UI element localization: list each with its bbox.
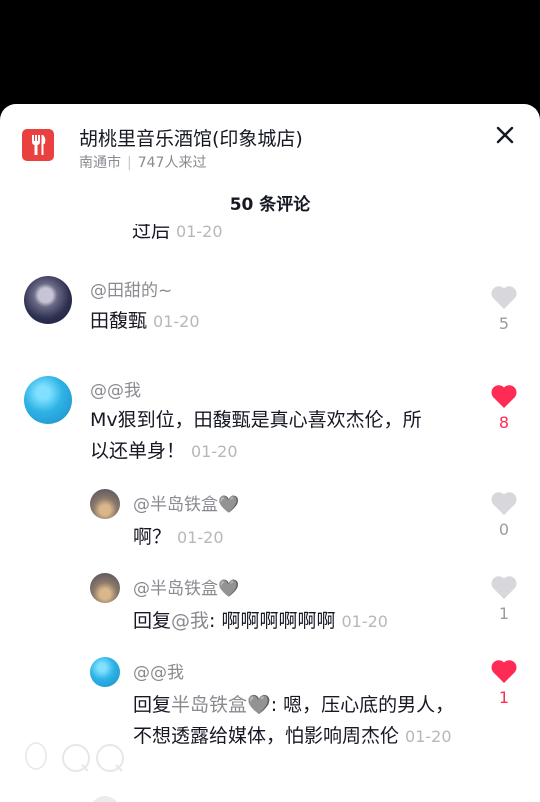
like-button[interactable]: 0	[484, 490, 524, 539]
like-count: 0	[498, 520, 510, 539]
comment-time: 01-20	[177, 528, 224, 547]
heart-icon	[491, 385, 517, 408]
like-count: 8	[498, 413, 510, 432]
avatar[interactable]	[24, 376, 72, 424]
comment-username[interactable]: @@我	[90, 376, 141, 401]
comment-time: 01-20	[153, 312, 200, 331]
like-button[interactable]: 5	[484, 284, 524, 333]
close-icon	[496, 126, 514, 144]
reply-text[interactable]: 回复半岛铁盒🩶: 嗯，压心底的男人，不想透露给媒体，怕影响周杰伦 01-20	[133, 690, 468, 752]
comment-time: 01-20	[341, 612, 388, 631]
close-button[interactable]	[492, 122, 518, 148]
comment-text[interactable]: 田馥甄 01-20	[90, 306, 460, 337]
avatar[interactable]	[90, 657, 120, 687]
mention-link[interactable]: @我	[171, 610, 209, 632]
clipped-comment-text: 过后 01-20	[132, 220, 223, 242]
avatar[interactable]	[90, 489, 120, 519]
avatar[interactable]	[90, 796, 120, 802]
comment-username[interactable]: @田甜的~	[90, 276, 172, 301]
like-count: 5	[498, 314, 510, 333]
avatar[interactable]	[24, 276, 72, 324]
place-header[interactable]: 胡桃里音乐酒馆(印象城店) 南通市 | 747人来过	[0, 104, 540, 184]
comments-sheet: 胡桃里音乐酒馆(印象城店) 南通市 | 747人来过 50 条评论 过后 01-20 …	[0, 104, 540, 802]
meta-separator: |	[127, 155, 132, 171]
heart-icon	[491, 660, 517, 683]
like-count: 1	[498, 604, 510, 623]
avatar[interactable]	[90, 573, 120, 603]
reply-username[interactable]: @半岛铁盒🩶	[133, 574, 239, 599]
comments-count-title: 50 条评论	[229, 195, 311, 215]
place-city: 南通市	[79, 155, 121, 171]
place-title: 胡桃里音乐酒馆(印象城店)	[79, 128, 303, 150]
reply-text[interactable]: 啊？ 01-20	[133, 522, 453, 553]
place-visitors: 747人来过	[137, 155, 207, 171]
like-button[interactable]: 1	[484, 658, 524, 707]
like-button[interactable]: 1	[484, 574, 524, 623]
mention-link[interactable]: 半岛铁盒🩶	[171, 694, 271, 716]
heart-icon	[491, 286, 517, 309]
qq-watermark-icon	[20, 738, 130, 778]
place-meta: 南通市 | 747人来过	[79, 152, 206, 172]
reply-username[interactable]: @@我	[133, 658, 184, 683]
reply-username[interactable]: @半岛铁盒🩶	[133, 490, 239, 515]
like-count: 1	[498, 688, 510, 707]
heart-icon	[491, 576, 517, 599]
heart-icon	[491, 492, 517, 515]
reply-text[interactable]: 回复@我: 啊啊啊啊啊啊 01-20	[133, 606, 463, 637]
like-button[interactable]: 8	[484, 383, 524, 432]
comment-text[interactable]: Mv狠到位，田馥甄是真心喜欢杰伦，所以还单身！ 01-20	[90, 405, 425, 467]
restaurant-fork-icon	[22, 129, 54, 161]
comment-time: 01-20	[405, 727, 452, 746]
comment-time: 01-20	[191, 442, 238, 461]
